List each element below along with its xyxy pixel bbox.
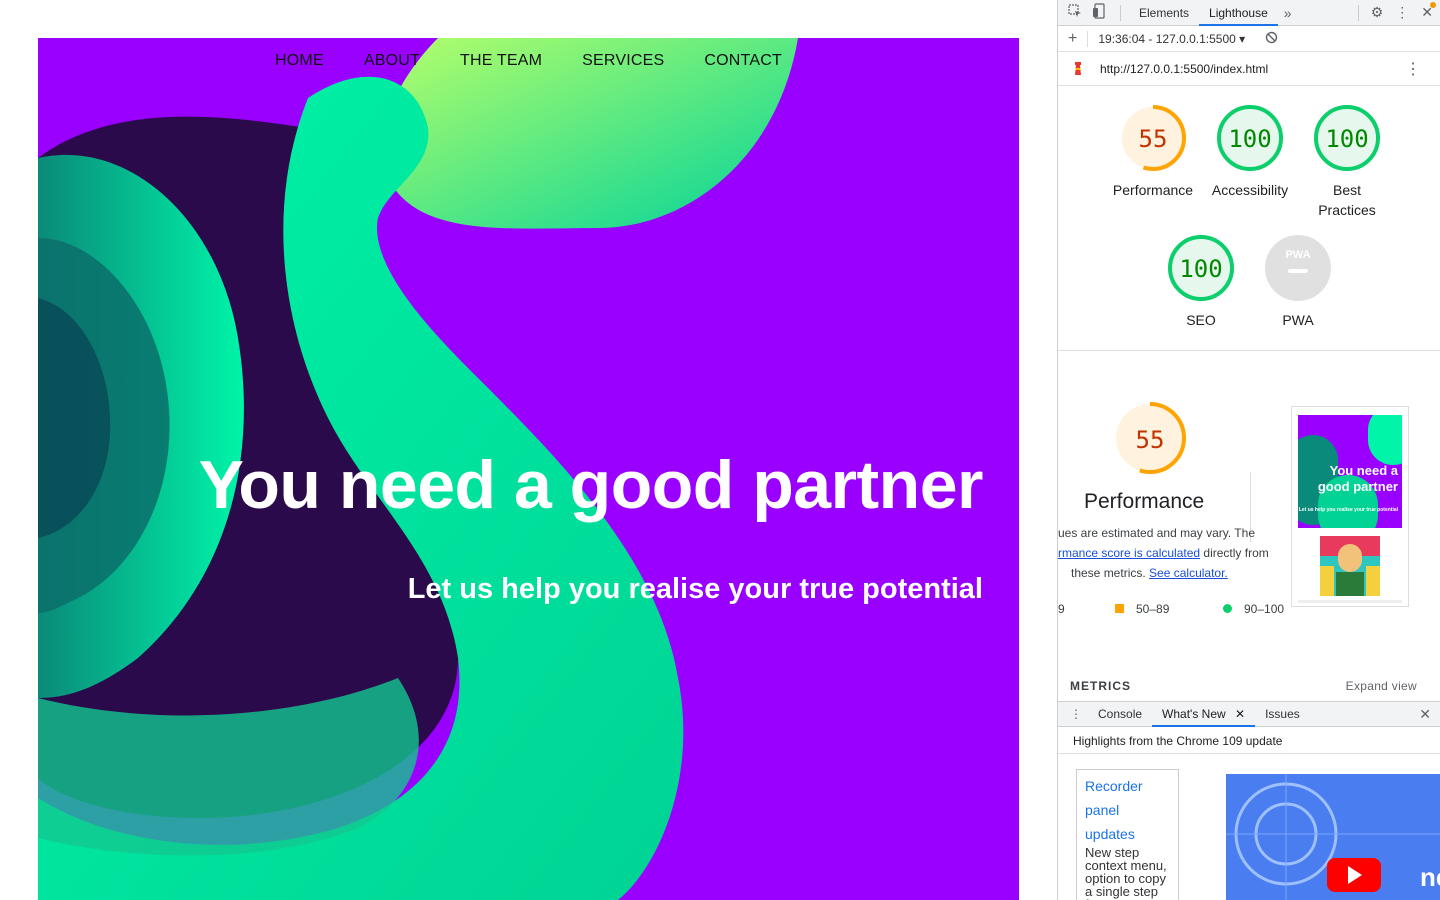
pwa-badge-icon: PWA xyxy=(1265,235,1331,301)
device-toolbar-icon[interactable] xyxy=(1092,3,1108,22)
video-text: ne xyxy=(1420,862,1440,892)
website-viewport: HOME ABOUT THE TEAM SERVICES CONTACT You… xyxy=(38,38,1019,900)
url-bar: http://127.0.0.1:5500/index.html ⋮ xyxy=(1058,53,1440,86)
tab-lighthouse[interactable]: Lighthouse xyxy=(1199,0,1278,26)
seo-label: SEO xyxy=(1186,312,1216,328)
thumbnail-image xyxy=(1320,536,1380,596)
performance-detail-score: 55 xyxy=(1136,426,1165,454)
news-card[interactable]: Recorder panel updates New step context … xyxy=(1076,769,1179,900)
whats-new-heading: Highlights from the Chrome 109 update xyxy=(1073,733,1283,748)
score-performance[interactable]: 55 Performance xyxy=(1108,104,1198,200)
accessibility-gauge: 100 xyxy=(1217,105,1283,171)
devtools-panel: Elements Lighthouse » ⚙ ⋮ ✕ + 19:36:04 -… xyxy=(1057,0,1440,900)
thumbnail-hero: You need a good partner Let us help you … xyxy=(1298,415,1402,528)
close-drawer-icon[interactable]: ✕ xyxy=(1419,706,1431,723)
best-practices-score: 100 xyxy=(1325,125,1368,153)
legend-square-icon xyxy=(1115,604,1124,613)
score-accessibility[interactable]: 100 Accessibility xyxy=(1205,104,1295,200)
news-card-title[interactable]: Recorder panel updates xyxy=(1085,774,1170,846)
report-url: http://127.0.0.1:5500/index.html xyxy=(1100,62,1269,76)
hero-subtitle: Let us help you realise your true potent… xyxy=(407,573,983,605)
site-nav: HOME ABOUT THE TEAM SERVICES CONTACT xyxy=(38,52,1019,70)
best-practices-gauge: 100 xyxy=(1314,105,1380,171)
metrics-header: METRICS Expand view xyxy=(1058,672,1440,700)
report-selector[interactable]: 19:36:04 - 127.0.0.1:5500 ▾ xyxy=(1098,32,1245,46)
nav-about[interactable]: ABOUT xyxy=(364,52,420,70)
thumbnail-title: You need a good partner xyxy=(1317,463,1398,494)
nav-services[interactable]: SERVICES xyxy=(582,52,664,70)
seo-gauge: 100 xyxy=(1168,235,1234,301)
gear-icon[interactable]: ⚙ xyxy=(1371,4,1384,21)
nav-home[interactable]: HOME xyxy=(275,52,324,70)
lighthouse-icon xyxy=(1072,60,1086,79)
accessibility-label: Accessibility xyxy=(1211,182,1289,198)
drawer-tab-console[interactable]: Console xyxy=(1088,701,1152,727)
news-video-thumbnail[interactable]: ne xyxy=(1226,774,1440,900)
tab-elements[interactable]: Elements xyxy=(1129,0,1199,26)
metrics-label: METRICS xyxy=(1070,679,1131,693)
best-practices-label: Best Practices xyxy=(1318,182,1376,218)
divider xyxy=(1058,350,1440,351)
report-toolbar: + 19:36:04 - 127.0.0.1:5500 ▾ xyxy=(1058,27,1440,52)
close-devtools-icon[interactable]: ✕ xyxy=(1421,2,1436,21)
nav-contact[interactable]: CONTACT xyxy=(704,52,782,70)
performance-gauge: 55 xyxy=(1120,105,1186,171)
score-seo[interactable]: 100 SEO xyxy=(1156,234,1246,330)
inspect-element-icon[interactable] xyxy=(1068,4,1084,21)
perf-note-line3: these metrics. xyxy=(1071,566,1146,580)
report-menu-icon[interactable]: ⋮ xyxy=(1405,59,1421,79)
performance-detail-gauge: 55 xyxy=(1114,402,1186,474)
legend-circle-icon xyxy=(1223,604,1232,613)
expand-view-link[interactable]: Expand view xyxy=(1346,679,1417,693)
perf-note-line1: ues are estimated and may vary. The xyxy=(1058,526,1255,540)
performance-label: Performance xyxy=(1112,182,1194,198)
drawer-tab-whats-new[interactable]: What's New ✕ xyxy=(1152,701,1256,727)
plus-icon[interactable]: + xyxy=(1068,30,1077,48)
pwa-label: PWA xyxy=(1282,312,1314,328)
score-best-practices[interactable]: 100 Best Practices xyxy=(1302,104,1392,220)
legend-pass: 90–100 xyxy=(1223,602,1284,616)
see-calculator-link[interactable]: See calculator. xyxy=(1149,566,1228,580)
legend-fail: 9 xyxy=(1058,602,1065,616)
whats-new-header: Highlights from the Chrome 109 update xyxy=(1058,728,1440,754)
score-calculated-link[interactable]: rmance score is calculated xyxy=(1058,546,1200,560)
score-pwa[interactable]: PWA PWA xyxy=(1253,234,1343,330)
legend-average: 50–89 xyxy=(1115,602,1169,616)
nav-the-team[interactable]: THE TEAM xyxy=(460,52,542,70)
pwa-badge-text: PWA xyxy=(1285,249,1310,261)
drawer-tabbar: ⋮ Console What's New ✕ Issues ✕ xyxy=(1058,701,1440,727)
news-card-text: New step context menu, option to copy a … xyxy=(1085,845,1167,900)
thumbnail-subtitle: Let us help you realise your true potent… xyxy=(1298,507,1398,513)
seo-score: 100 xyxy=(1179,255,1222,283)
performance-detail-title: Performance xyxy=(1084,490,1205,513)
more-tabs-icon[interactable]: » xyxy=(1284,5,1292,21)
accessibility-score: 100 xyxy=(1228,125,1271,153)
perf-note-line2: directly from xyxy=(1203,546,1269,560)
clear-icon[interactable] xyxy=(1265,31,1278,47)
drawer-menu-icon[interactable]: ⋮ xyxy=(1070,707,1082,721)
devtools-tabbar: Elements Lighthouse » ⚙ ⋮ ✕ xyxy=(1058,0,1440,26)
video-art: ne xyxy=(1226,774,1440,900)
page-screenshot-thumbnail[interactable]: You need a good partner Let us help you … xyxy=(1291,406,1409,607)
kebab-menu-icon[interactable]: ⋮ xyxy=(1395,4,1409,21)
drawer-tab-issues[interactable]: Issues xyxy=(1255,701,1310,727)
hero-title: You need a good partner xyxy=(198,447,984,523)
close-tab-icon[interactable]: ✕ xyxy=(1235,707,1245,721)
performance-score: 55 xyxy=(1139,125,1168,153)
